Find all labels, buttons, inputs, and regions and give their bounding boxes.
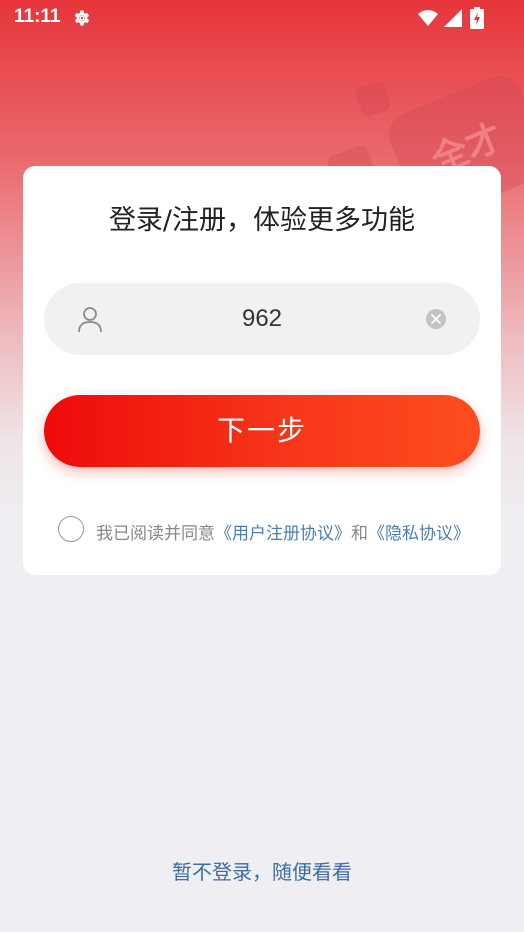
status-time: 11:11 xyxy=(14,6,61,27)
agreement-text: 我已阅读并同意《用户注册协议》和《隐私协议》 xyxy=(96,519,470,544)
user-icon xyxy=(78,307,102,333)
agreement-conjunction: 和 xyxy=(351,524,368,544)
agreement-row: 我已阅读并同意《用户注册协议》和《隐私协议》 xyxy=(58,516,488,546)
skip-login-link[interactable]: 暂不登录，随便看看 xyxy=(0,856,524,885)
privacy-policy-link[interactable]: 《隐私协议》 xyxy=(368,524,470,544)
login-card: 登录/注册，体验更多功能 962 下一步 我已阅读并同意《用户注册协议》和《隐私… xyxy=(23,166,501,575)
decoration-square-small xyxy=(353,79,393,119)
phone-input[interactable]: 962 xyxy=(44,283,480,355)
agreement-checkbox[interactable] xyxy=(58,516,84,542)
clear-icon[interactable] xyxy=(426,309,446,329)
card-title: 登录/注册，体验更多功能 xyxy=(108,205,416,236)
battery-charging-icon xyxy=(470,7,484,29)
wifi-icon xyxy=(418,10,438,26)
user-agreement-link[interactable]: 《用户注册协议》 xyxy=(215,524,351,544)
agreement-prefix: 我已阅读并同意 xyxy=(96,524,215,544)
status-bar: 11:11 xyxy=(0,0,524,36)
phone-input-value[interactable]: 962 xyxy=(124,283,400,355)
signal-icon xyxy=(444,9,462,27)
next-step-button[interactable]: 下一步 xyxy=(44,395,480,467)
gear-icon xyxy=(74,10,90,26)
